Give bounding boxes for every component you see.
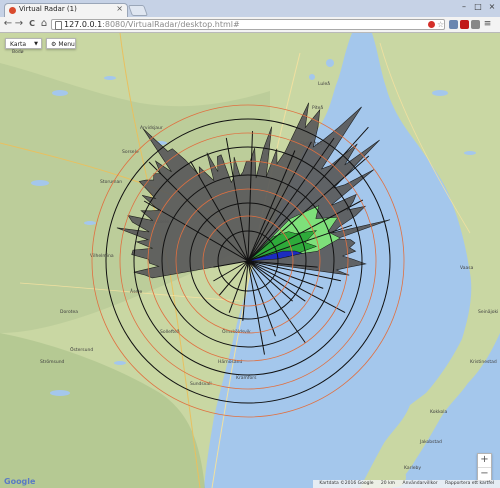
place-label: Åsele [130,288,142,295]
tab-title: Virtual Radar (1) [19,5,77,13]
extension-icon[interactable] [471,20,480,29]
place-label: Östersund [70,346,93,353]
place-label: Luleå [318,80,330,87]
url-host: 127.0.0.1 [64,20,103,29]
url-text: 127.0.0.1:8080/VirtualRadar/desktop.html… [64,20,240,30]
star-icon[interactable]: ☆ [437,20,444,29]
browser-tab[interactable]: Virtual Radar (1) × [4,3,128,17]
map-attribution: Kartdata ©2016 Google 20 km Användarvill… [313,480,500,488]
url-path: :8080/VirtualRadar/desktop.html# [102,20,240,29]
map-type-select[interactable]: Karta ▼ [5,38,42,49]
terms-link[interactable]: Användarvillkor [403,481,438,486]
place-label: Karleby [404,465,421,471]
chrome-menu-icon[interactable]: ≡ [483,20,492,29]
place-label: Vaasa [460,265,474,271]
place-label: Vilhelmina [90,253,114,259]
browser-toolbar: ← → C ⌂ 127.0.0.1:8080/VirtualRadar/desk… [0,17,500,33]
report-error-link[interactable]: Rapportera ett kartfel [445,481,494,486]
forward-icon[interactable]: → [14,18,24,30]
coverage-spike [247,260,306,344]
coverage-spike [247,260,276,337]
place-label: Örnsköldsvik [222,328,251,335]
place-label: Sundsvall [190,381,212,387]
place-label: Jakobstad [419,439,442,445]
chevron-down-icon: ▼ [34,41,38,47]
place-label: Strömsund [40,359,65,365]
back-icon[interactable]: ← [3,18,13,30]
reload-icon[interactable]: C [27,18,37,30]
home-icon[interactable]: ⌂ [39,18,49,30]
menu-button[interactable]: ⚙ Menu [46,38,76,49]
place-label: Kristinestad [470,359,497,365]
map-canvas[interactable]: LuleåPiteåSkellefteåUmeåÖrnsköldsvikSund… [0,33,500,488]
place-label: Kramfors [236,375,257,381]
map-area[interactable]: LuleåPiteåSkellefteåUmeåÖrnsköldsvikSund… [0,33,500,488]
scale-label: 20 km [380,481,396,486]
place-label: Storuman [100,179,122,185]
address-bar[interactable]: 127.0.0.1:8080/VirtualRadar/desktop.html… [51,19,445,30]
attribution-copyright: Kartdata ©2016 Google [319,481,374,486]
zoom-in-button[interactable]: + [478,454,491,468]
page-icon [55,21,62,30]
gear-icon: ⚙ [51,41,57,48]
maximize-button[interactable]: □ [472,2,484,12]
tab-close-icon[interactable]: × [116,4,123,13]
minimize-button[interactable]: – [458,2,470,12]
adblock-extension-icon[interactable] [460,20,469,29]
place-label: Bodø [12,49,24,55]
place-label: Seinäjoki [478,309,498,315]
browser-window: Virtual Radar (1) × – □ × ← → C ⌂ 127.0.… [0,0,500,488]
radar-favicon-icon [9,7,16,14]
close-window-button[interactable]: × [486,2,498,12]
google-logo: Google [4,477,36,486]
tab-strip: Virtual Radar (1) × – □ × [0,0,500,17]
place-label: Arvidsjaur [140,125,163,131]
map-type-value: Karta [10,41,27,48]
new-tab-button[interactable] [127,5,149,16]
place-label: Kokkola [430,409,448,415]
place-label: Dorotea [60,309,78,315]
cast-extension-icon[interactable] [449,20,458,29]
place-label: Härnösand [218,359,242,365]
blocked-icon[interactable] [428,21,435,28]
finland-land [360,33,500,488]
coverage-spike [247,260,265,355]
menu-label: Menu [58,41,75,48]
zoom-control: + − [477,453,492,481]
place-label: Piteå [312,104,323,111]
